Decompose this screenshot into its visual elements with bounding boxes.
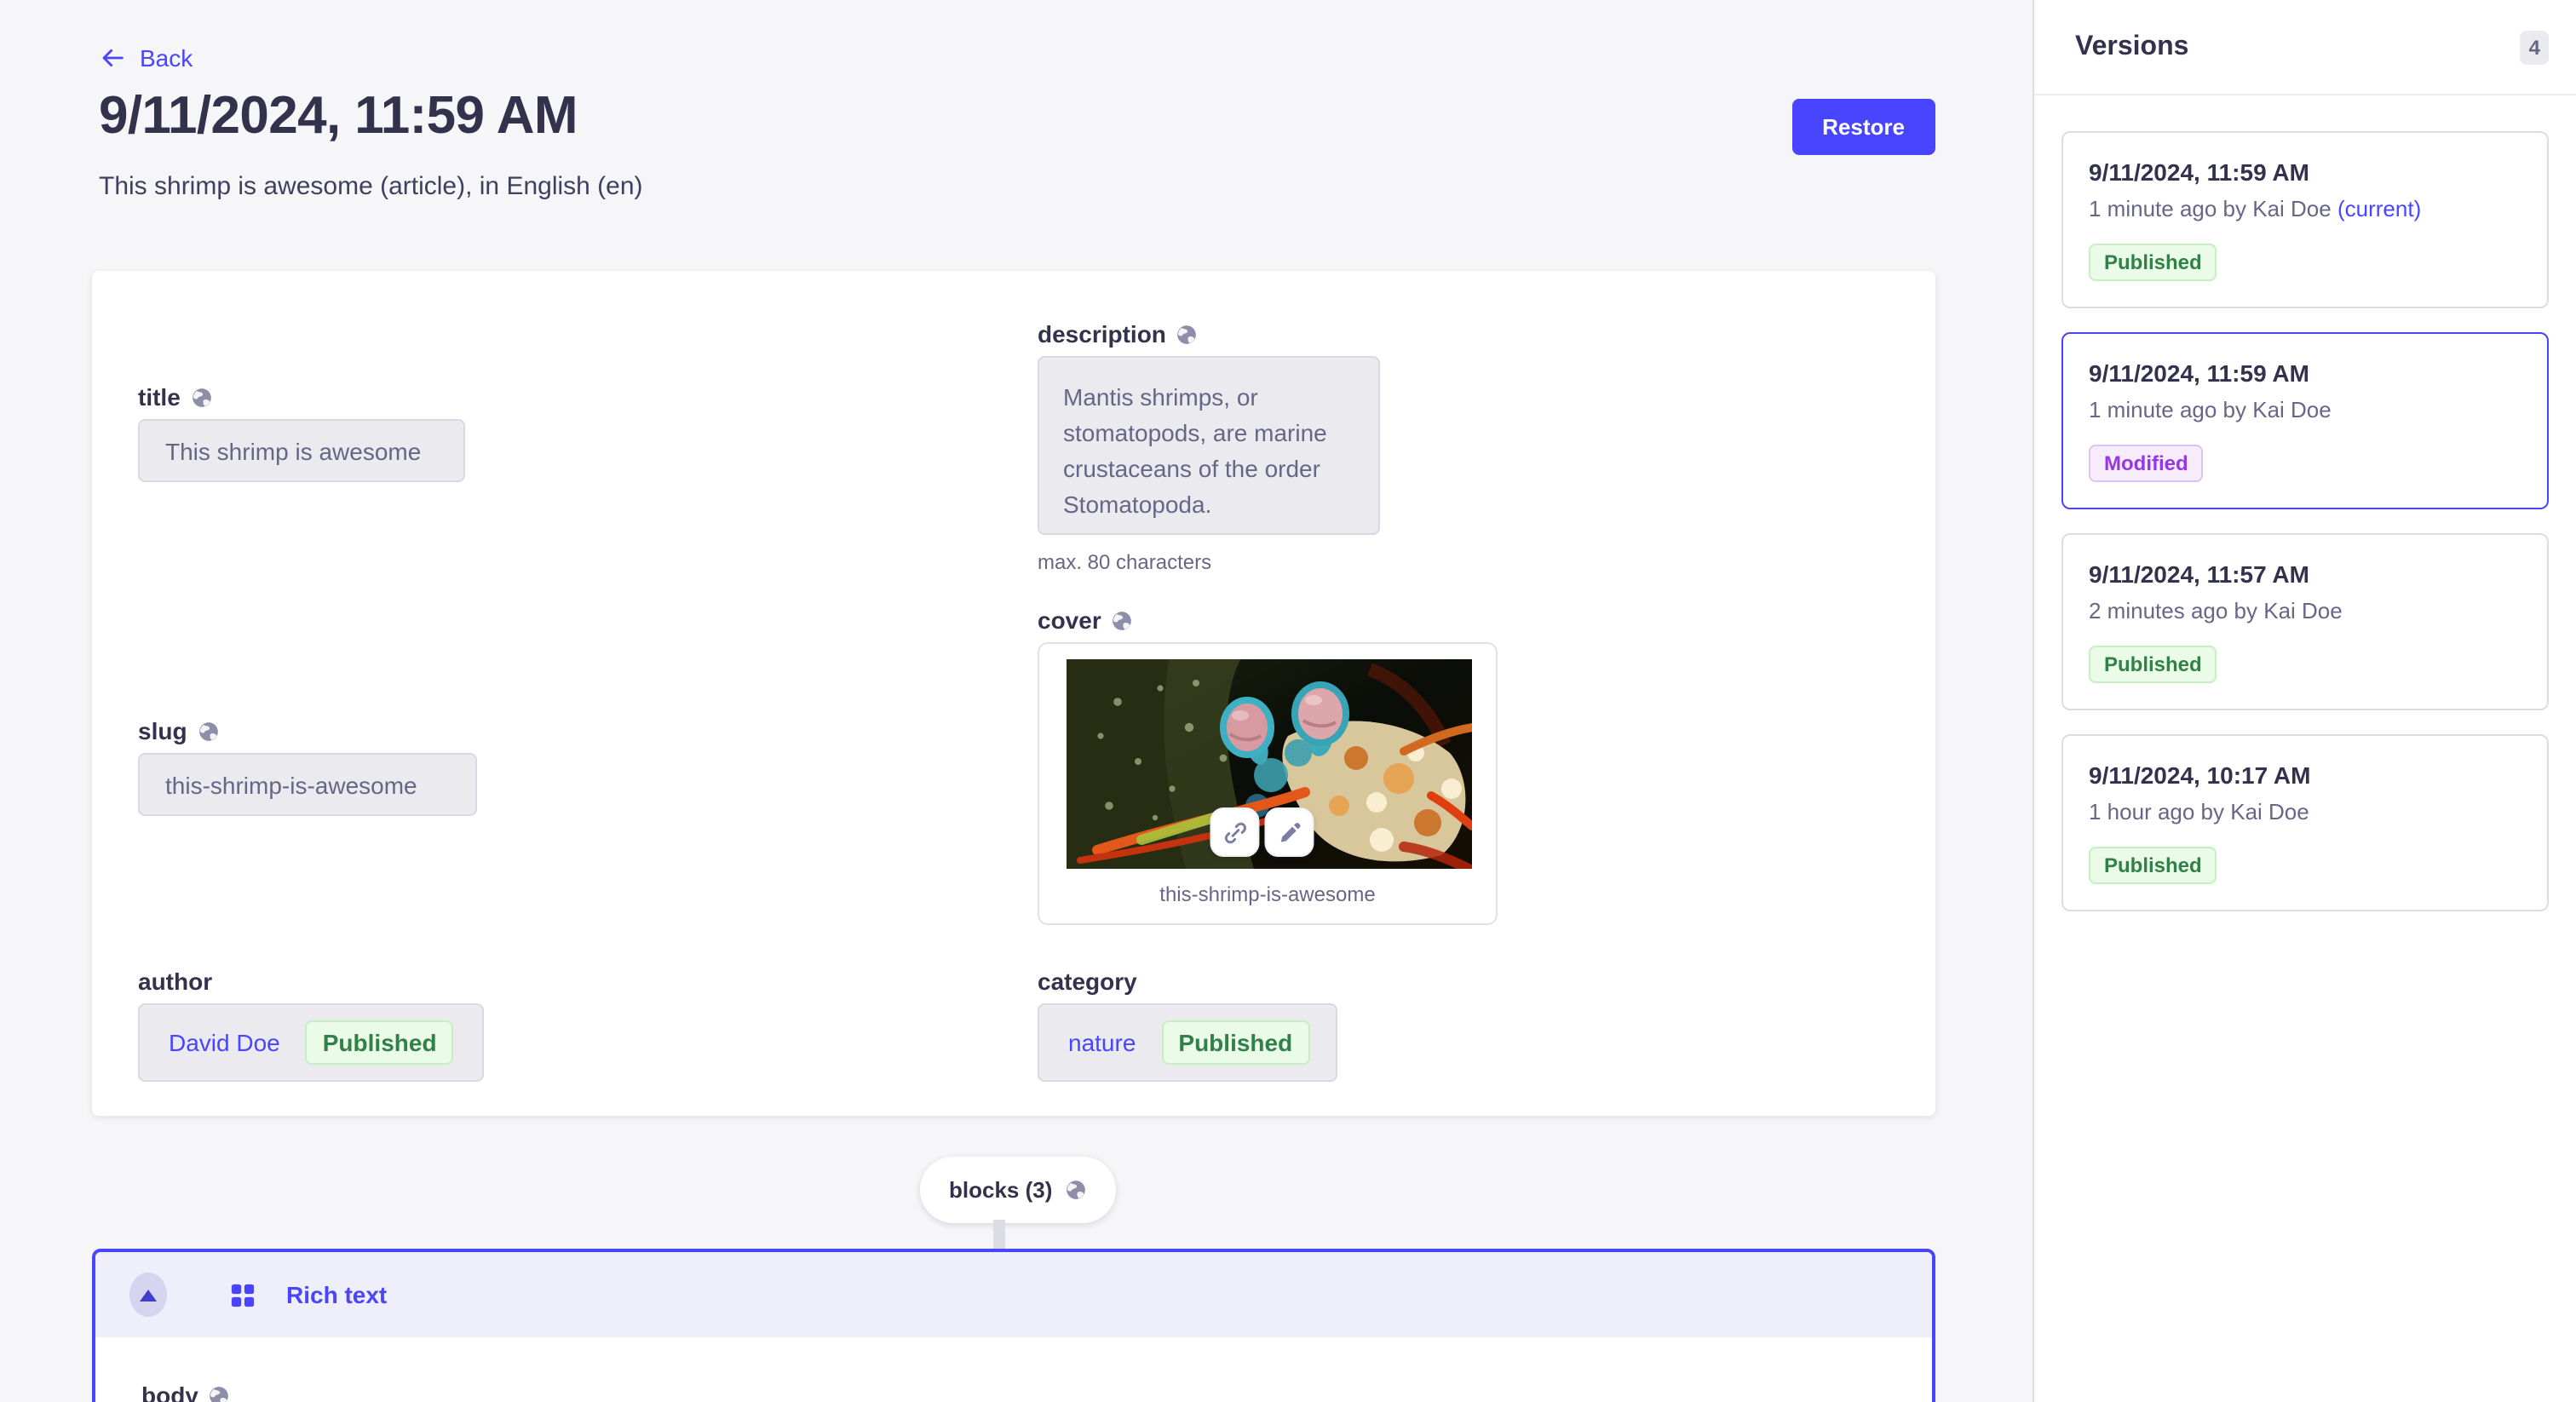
status-badge: Published <box>2089 847 2217 884</box>
status-badge: Published <box>1161 1020 1309 1065</box>
status-badge: Modified <box>2089 445 2204 482</box>
category-link[interactable]: nature <box>1068 1029 1136 1056</box>
status-badge: Published <box>2089 244 2217 281</box>
author-link[interactable]: David Doe <box>169 1029 280 1056</box>
version-list: 9/11/2024, 11:59 AM 1 minute ago by Kai … <box>2034 95 2576 947</box>
restore-button[interactable]: Restore <box>1791 99 1935 155</box>
versions-panel: Versions 4 9/11/2024, 11:59 AM 1 minute … <box>2033 0 2576 1402</box>
slug-label: slug <box>138 717 477 744</box>
category-relation: nature Published <box>1038 1003 1337 1082</box>
earth-icon <box>1112 609 1134 631</box>
body-label: body <box>141 1382 1932 1402</box>
back-label: Back <box>140 44 193 72</box>
version-history-page: Back 9/11/2024, 11:59 AM Restore This sh… <box>0 0 2576 1402</box>
blocks-pill: blocks (3) <box>920 1157 1115 1223</box>
earth-icon <box>198 720 220 742</box>
blocks-connector <box>993 1220 1005 1250</box>
field-category: category nature Published <box>1038 968 1337 1082</box>
version-meta: 2 minutes ago by Kai Doe <box>2089 598 2521 623</box>
rich-text-header[interactable]: Rich text <box>95 1252 1932 1337</box>
title-label: title <box>138 383 465 411</box>
status-badge: Published <box>2089 646 2217 683</box>
title-input: This shrimp is awesome <box>138 419 465 482</box>
rich-text-body: body <box>95 1337 1932 1402</box>
version-card[interactable]: 9/11/2024, 10:17 AM 1 hour ago by Kai Do… <box>2061 734 2549 911</box>
version-card[interactable]: 9/11/2024, 11:57 AM 2 minutes ago by Kai… <box>2061 533 2549 710</box>
cover-card: this-shrimp-is-awesome <box>1038 642 1498 925</box>
rich-text-title: Rich text <box>286 1281 387 1308</box>
field-title: title This shrimp is awesome <box>138 383 465 482</box>
version-date: 9/11/2024, 11:59 AM <box>2089 359 2521 387</box>
chevron-up-icon <box>140 1289 157 1301</box>
field-description: description Mantis shrimps, or stomatopo… <box>1038 320 1380 574</box>
cover-actions <box>1210 807 1314 857</box>
copy-link-button[interactable] <box>1210 807 1259 857</box>
title-row: 9/11/2024, 11:59 AM Restore <box>99 85 1935 155</box>
cover-image <box>1067 659 1472 869</box>
field-cover: cover <box>1038 606 1498 925</box>
collapse-button[interactable] <box>129 1273 167 1317</box>
field-author: author David Doe Published <box>138 968 484 1082</box>
form-card: title This shrimp is awesome slug this-s… <box>92 271 1935 1116</box>
cover-filename: this-shrimp-is-awesome <box>1067 869 1469 923</box>
version-date: 9/11/2024, 11:59 AM <box>2089 158 2521 186</box>
back-arrow-icon <box>99 44 126 72</box>
pencil-icon <box>1275 819 1302 846</box>
description-textarea: Mantis shrimps, or stomatopods, are mari… <box>1038 356 1380 535</box>
field-slug: slug this-shrimp-is-awesome <box>138 717 477 816</box>
status-badge: Published <box>306 1020 454 1065</box>
page-title: 9/11/2024, 11:59 AM <box>99 85 578 147</box>
versions-count-badge: 4 <box>2521 30 2549 64</box>
earth-icon <box>1064 1179 1086 1201</box>
rich-text-block: Rich text body <box>92 1249 1935 1402</box>
versions-title: Versions <box>2075 32 2188 62</box>
cover-label: cover <box>1038 606 1498 634</box>
category-label: category <box>1038 968 1337 995</box>
version-meta: 1 minute ago by Kai Doe <box>2089 397 2521 422</box>
version-meta: 1 minute ago by Kai Doe (current) <box>2089 196 2521 221</box>
blocks-pill-label: blocks (3) <box>949 1177 1052 1203</box>
version-date: 9/11/2024, 11:57 AM <box>2089 560 2521 588</box>
earth-icon <box>209 1384 231 1402</box>
author-relation: David Doe Published <box>138 1003 484 1082</box>
versions-header: Versions 4 <box>2034 0 2576 95</box>
edit-cover-button[interactable] <box>1264 807 1314 857</box>
link-icon <box>1221 819 1248 846</box>
char-limit-hint: max. 80 characters <box>1038 550 1380 574</box>
version-date: 9/11/2024, 10:17 AM <box>2089 761 2521 789</box>
back-link[interactable]: Back <box>99 44 193 72</box>
version-card[interactable]: 9/11/2024, 11:59 AM 1 minute ago by Kai … <box>2061 332 2549 509</box>
page-subtitle: This shrimp is awesome (article), in Eng… <box>99 172 643 201</box>
earth-icon <box>191 386 213 408</box>
earth-icon <box>1176 323 1199 345</box>
version-card[interactable]: 9/11/2024, 11:59 AM 1 minute ago by Kai … <box>2061 131 2549 308</box>
slug-input: this-shrimp-is-awesome <box>138 753 477 816</box>
version-meta: 1 hour ago by Kai Doe <box>2089 799 2521 825</box>
grid-icon <box>230 1282 256 1307</box>
description-label: description <box>1038 320 1380 348</box>
author-label: author <box>138 968 484 995</box>
version-current-link: (current) <box>2337 196 2421 221</box>
